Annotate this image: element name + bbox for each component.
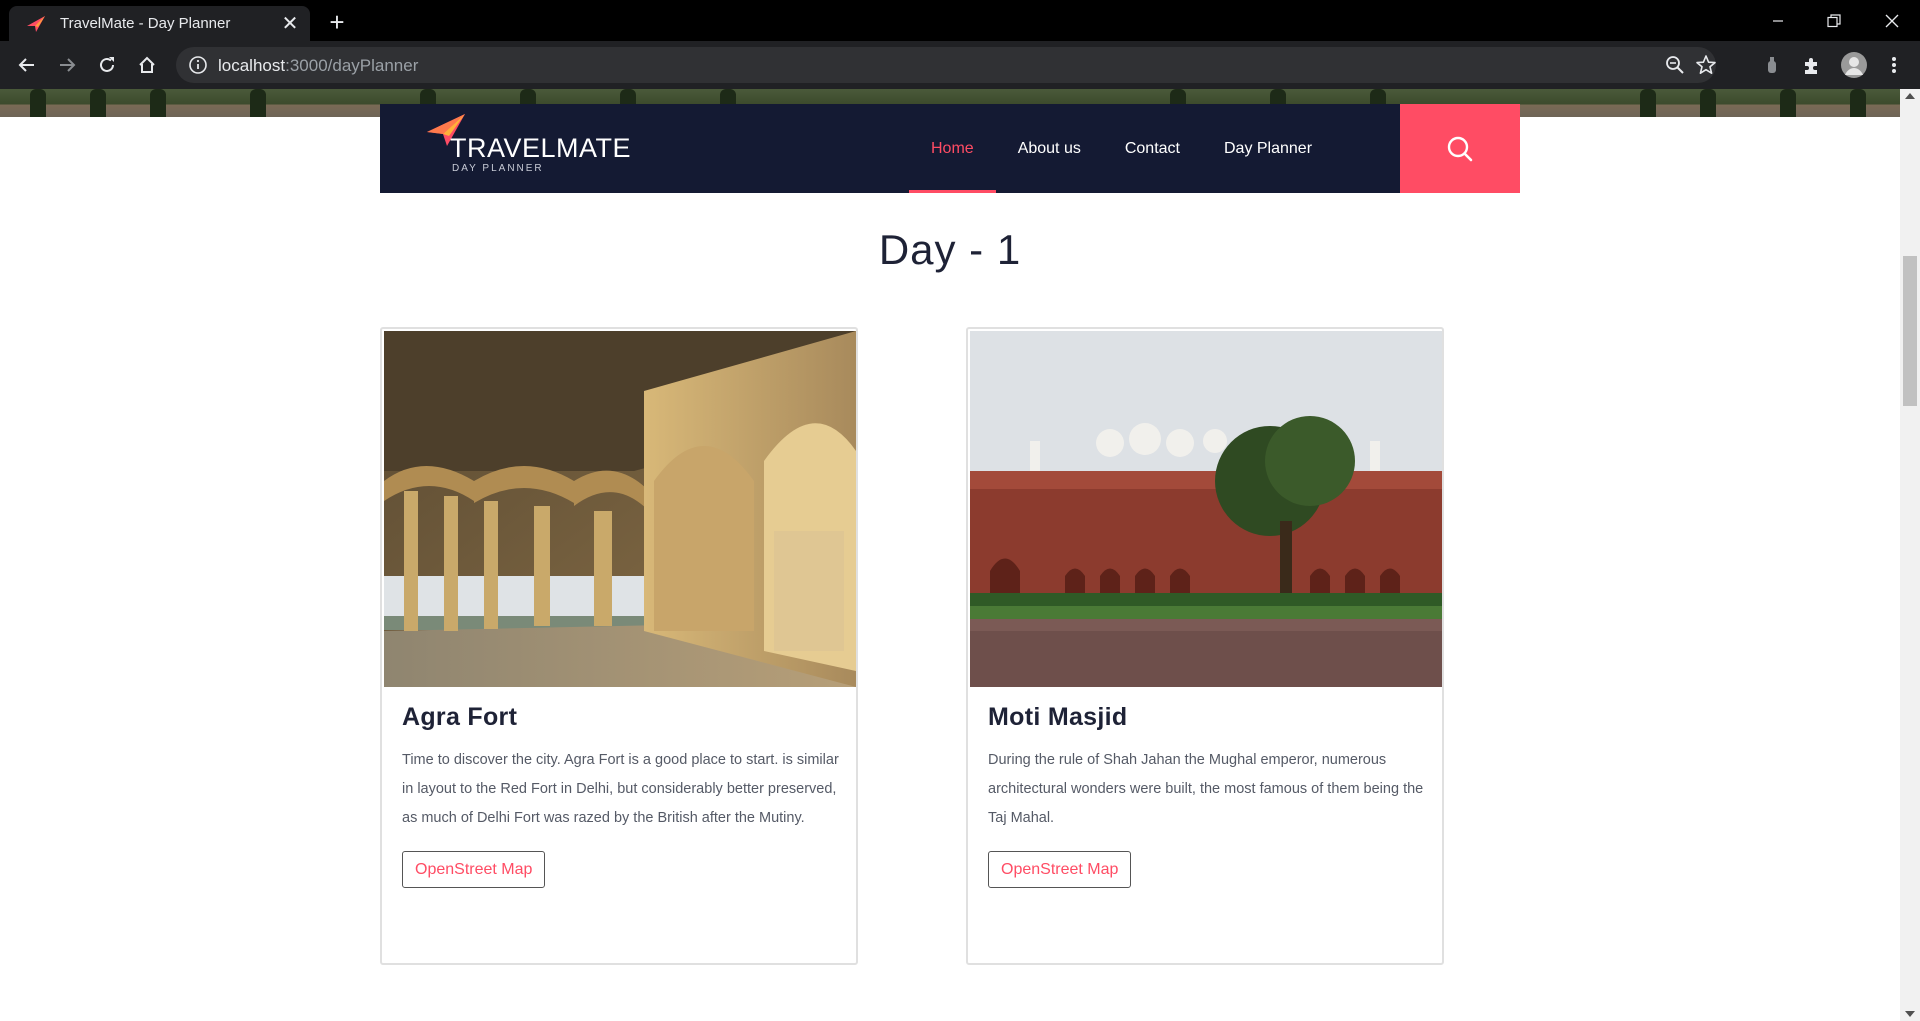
moti-masjid-image [970, 331, 1442, 687]
browser-toolbar: localhost:3000/dayPlanner [0, 41, 1920, 89]
scroll-down-arrow-icon[interactable] [1905, 1011, 1915, 1017]
travelmate-favicon-icon [27, 15, 45, 32]
address-bar[interactable]: localhost:3000/dayPlanner [176, 47, 1716, 83]
nav-day-planner[interactable]: Day Planner [1202, 104, 1334, 193]
openstreet-map-button[interactable]: OpenStreet Map [402, 851, 546, 888]
card-body: Agra Fort Time to discover the city. Agr… [402, 703, 842, 888]
nav-about-us[interactable]: About us [996, 104, 1103, 193]
restore-window-icon[interactable] [1806, 0, 1862, 41]
logo-subtitle: DAY PLANNER [452, 163, 544, 174]
nav-home[interactable]: Home [909, 104, 996, 193]
tab-close-icon[interactable]: ✕ [276, 10, 304, 38]
card-description: During the rule of Shah Jahan the Mughal… [988, 752, 1424, 826]
scroll-up-arrow-icon[interactable] [1905, 93, 1915, 99]
profile-avatar-icon[interactable] [1839, 50, 1869, 80]
bookmark-star-icon[interactable] [1694, 53, 1718, 77]
close-window-icon[interactable] [1864, 0, 1920, 41]
extension-bottle-icon[interactable] [1760, 53, 1784, 77]
site-info-icon[interactable] [188, 55, 208, 75]
day-heading: Day - 1 [878, 226, 1022, 273]
nav-contact[interactable]: Contact [1103, 104, 1202, 193]
place-card-moti-masjid: Moti Masjid During the rule of Shah Jaha… [966, 327, 1444, 965]
forward-arrow-icon[interactable] [51, 49, 83, 81]
card-title: Moti Masjid [988, 703, 1128, 731]
new-tab-button[interactable]: + [322, 7, 352, 37]
openstreet-map-button[interactable]: OpenStreet Map [988, 851, 1132, 888]
place-card-agra-fort: Agra Fort Time to discover the city. Agr… [380, 327, 858, 965]
nav-search-button[interactable] [1400, 104, 1520, 193]
logo-title: TRAVELMATE [450, 133, 632, 163]
search-icon [1447, 136, 1473, 161]
reload-icon[interactable] [91, 49, 123, 81]
page-viewport: TRAVELMATE DAY PLANNER Home About us Con… [0, 89, 1900, 1021]
agra-fort-image [384, 331, 856, 687]
card-description: Time to discover the city. Agra Fort is … [402, 752, 839, 826]
minimize-window-icon[interactable] [1750, 0, 1806, 41]
back-arrow-icon[interactable] [11, 49, 43, 81]
page-scrollbar[interactable] [1900, 89, 1920, 1021]
url-text: localhost:3000/dayPlanner [218, 56, 418, 76]
url-host: localhost [218, 56, 286, 75]
browser-menu-icon[interactable] [1882, 53, 1906, 77]
card-title: Agra Fort [402, 703, 518, 731]
url-path: :3000/dayPlanner [285, 56, 419, 75]
main-nav-menu: Home About us Contact Day Planner [909, 104, 1334, 193]
card-body: Moti Masjid During the rule of Shah Jaha… [988, 703, 1428, 888]
browser-tabstrip: TravelMate - Day Planner ✕ + [0, 0, 1920, 41]
extensions-puzzle-icon[interactable] [1800, 53, 1824, 77]
tab-title: TravelMate - Day Planner [60, 15, 231, 32]
scroll-thumb[interactable] [1903, 256, 1917, 406]
browser-tab[interactable]: TravelMate - Day Planner ✕ [9, 6, 310, 41]
site-navbar: TRAVELMATE DAY PLANNER Home About us Con… [380, 104, 1520, 193]
travelmate-logo[interactable]: TRAVELMATE DAY PLANNER [425, 112, 645, 174]
home-icon[interactable] [131, 49, 163, 81]
zoom-icon[interactable] [1664, 54, 1686, 76]
